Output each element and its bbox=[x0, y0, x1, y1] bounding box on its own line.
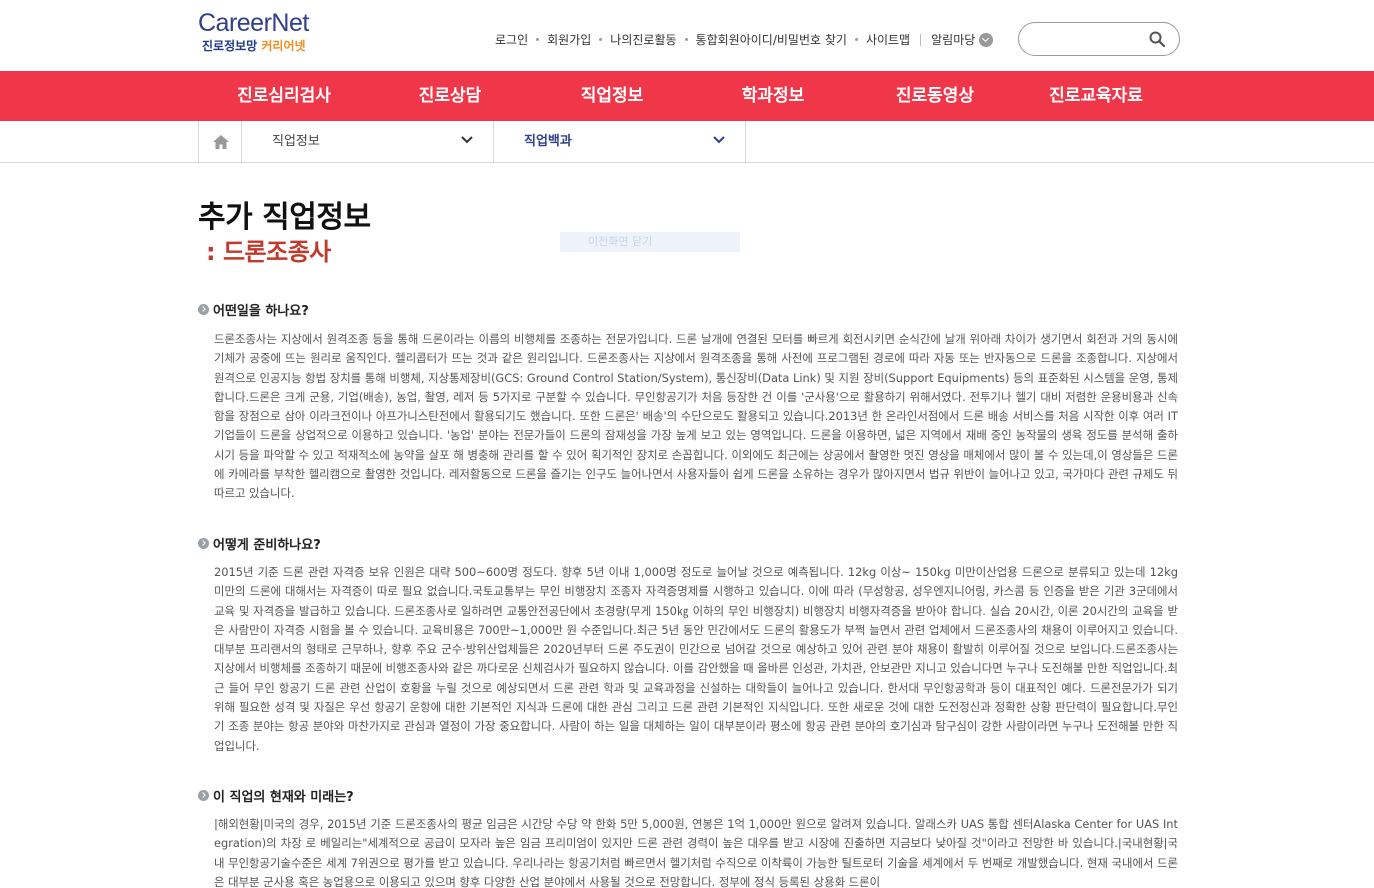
nav-major-info[interactable]: 학과정보 bbox=[693, 71, 853, 121]
separator-dot bbox=[854, 38, 858, 41]
breadcrumb-dropdown-level2[interactable]: 직업백과 bbox=[494, 121, 746, 162]
section-heading-text: 어떻게 준비하나요? bbox=[213, 538, 321, 553]
chevron-down-icon bbox=[461, 136, 473, 144]
section-body-what: 드론조종사는 지상에서 원격조종 등을 통해 드론이라는 이름의 비행체를 조종… bbox=[214, 332, 1178, 501]
search-icon[interactable] bbox=[1149, 31, 1165, 47]
breadcrumb: 직업정보 직업백과 bbox=[0, 121, 1374, 163]
section-heading-what: 어떤일을 하나요? bbox=[198, 300, 309, 319]
sitemap-link[interactable]: 사이트맵 bbox=[866, 31, 910, 48]
logo-wordmark: CareerNet bbox=[198, 9, 309, 37]
chevron-down-circle-icon[interactable] bbox=[979, 32, 994, 47]
top-header: CareerNet 진로정보망 커리어넷 로그인 회원가입 나의진로활동 통합회… bbox=[0, 0, 1374, 71]
page-title: 추가 직업정보 bbox=[198, 200, 371, 235]
chevron-down-icon bbox=[713, 136, 725, 144]
signup-link[interactable]: 회원가입 bbox=[547, 31, 591, 48]
search-input[interactable] bbox=[1031, 23, 1155, 55]
my-activity-link[interactable]: 나의진로활동 bbox=[610, 31, 676, 48]
page-subtitle: : 드론조종사 bbox=[206, 238, 331, 266]
section-heading-prepare: 어떻게 준비하나요? bbox=[198, 534, 321, 553]
breadcrumb-level1-label: 직업정보 bbox=[272, 134, 320, 149]
find-account-link[interactable]: 통합회원아이디/비밀번호 찾기 bbox=[696, 31, 847, 48]
circle-arrow-icon bbox=[198, 304, 209, 315]
separator-dot bbox=[684, 38, 688, 41]
nav-education-material[interactable]: 진로교육자료 bbox=[1016, 71, 1176, 121]
search-box bbox=[1018, 22, 1180, 56]
separator-dot bbox=[599, 38, 603, 41]
faded-overlay-label: 이전화면 닫기 bbox=[560, 232, 740, 252]
nav-career-test[interactable]: 진로심리검사 bbox=[204, 71, 364, 121]
circle-arrow-icon bbox=[198, 538, 209, 549]
nav-job-info[interactable]: 직업정보 bbox=[532, 71, 692, 121]
section-body-future: |해외현황|미국의 경우, 2015년 기준 드론조종사의 평균 임금은 시간당… bbox=[214, 817, 1178, 888]
home-icon bbox=[213, 135, 229, 149]
alarm-link[interactable]: 알림마당 bbox=[931, 31, 975, 48]
careernet-logo[interactable]: CareerNet 진로정보망 커리어넷 bbox=[198, 8, 328, 60]
separator-dot bbox=[536, 38, 540, 41]
utility-nav: 로그인 회원가입 나의진로활동 통합회원아이디/비밀번호 찾기 사이트맵 알림마… bbox=[495, 31, 994, 48]
main-navigation: 진로심리검사 진로상담 직업정보 학과정보 진로동영상 진로교육자료 bbox=[0, 71, 1374, 121]
section-body-prepare: 2015년 기준 드론 관련 자격증 보유 인원은 대략 500~600명 정도… bbox=[214, 565, 1178, 753]
breadcrumb-level2-label: 직업백과 bbox=[524, 134, 572, 149]
section-heading-text: 어떤일을 하나요? bbox=[213, 304, 309, 319]
separator-line bbox=[920, 33, 922, 46]
circle-arrow-icon bbox=[198, 790, 209, 801]
login-link[interactable]: 로그인 bbox=[495, 31, 528, 48]
nav-counseling[interactable]: 진로상담 bbox=[370, 71, 530, 121]
section-heading-future: 이 직업의 현재와 미래는? bbox=[198, 786, 354, 805]
home-button[interactable] bbox=[198, 121, 242, 162]
logo-subtitle: 진로정보망 커리어넷 bbox=[202, 39, 306, 53]
section-heading-text: 이 직업의 현재와 미래는? bbox=[213, 790, 354, 805]
nav-career-video[interactable]: 진로동영상 bbox=[855, 71, 1015, 121]
breadcrumb-dropdown-level1[interactable]: 직업정보 bbox=[242, 121, 494, 162]
